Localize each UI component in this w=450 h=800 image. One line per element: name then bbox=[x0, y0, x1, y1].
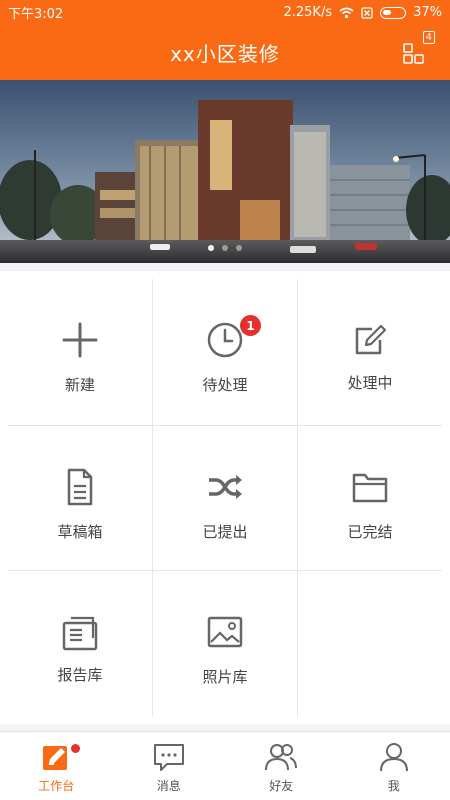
tab-friends[interactable]: 好友 bbox=[225, 732, 338, 800]
tile-submitted[interactable]: 已提出 bbox=[153, 426, 297, 572]
tile-label: 报告库 bbox=[57, 666, 103, 684]
battery-level: 37% bbox=[413, 5, 442, 20]
tile-pending[interactable]: 待处理 1 bbox=[153, 279, 297, 425]
tile-reports[interactable]: 报告库 bbox=[8, 571, 152, 717]
page-title: xx小区装修 bbox=[170, 42, 280, 66]
report-icon bbox=[62, 616, 98, 651]
status-bar: 下午3:02 2.25K/s 37% bbox=[0, 0, 450, 25]
tile-drafts[interactable]: 草稿箱 bbox=[8, 426, 152, 572]
tile-label: 处理中 bbox=[347, 374, 393, 392]
tab-label: 工作台 bbox=[38, 779, 75, 793]
person-icon bbox=[379, 743, 408, 772]
tab-label: 好友 bbox=[269, 779, 294, 793]
tile-label: 草稿箱 bbox=[57, 523, 103, 541]
wifi-icon bbox=[339, 7, 354, 18]
apps-grid-button[interactable]: 4 bbox=[402, 31, 435, 67]
battery-icon bbox=[380, 6, 407, 19]
tile-completed[interactable]: 已完结 bbox=[298, 426, 442, 572]
tab-label: 我 bbox=[387, 779, 400, 793]
workbench-icon bbox=[43, 746, 68, 770]
network-speed: 2.25K/s bbox=[283, 5, 333, 20]
carousel-dot[interactable] bbox=[236, 245, 242, 251]
tab-label: 消息 bbox=[156, 779, 181, 793]
status-right: 2.25K/s 37% bbox=[283, 5, 442, 20]
notification-dot bbox=[71, 744, 80, 753]
tile-photos[interactable]: 照片库 bbox=[153, 571, 297, 717]
message-icon bbox=[153, 744, 184, 771]
carousel-dot[interactable] bbox=[208, 245, 214, 251]
sim-icon bbox=[361, 6, 373, 19]
carousel-dot[interactable] bbox=[222, 245, 228, 251]
folder-icon bbox=[352, 473, 388, 503]
tab-workbench[interactable]: 工作台 bbox=[0, 732, 113, 800]
carousel-indicator[interactable] bbox=[0, 245, 450, 251]
friends-icon bbox=[265, 744, 298, 771]
image-icon bbox=[207, 616, 243, 648]
tile-label: 待处理 bbox=[202, 376, 248, 394]
function-grid: 新建 待处理 1 处理中 草稿箱 已提出 已完结 报告库 照片库 bbox=[0, 270, 450, 724]
apps-count-badge: 4 bbox=[422, 31, 435, 44]
tile-label: 已完结 bbox=[347, 523, 393, 541]
status-time: 下午3:02 bbox=[8, 7, 64, 22]
tile-new[interactable]: 新建 bbox=[8, 279, 152, 425]
edit-icon bbox=[355, 324, 387, 355]
bottom-tab-bar: 工作台 消息 好友 我 bbox=[0, 731, 450, 800]
tile-label: 新建 bbox=[64, 376, 95, 394]
shuffle-icon bbox=[209, 475, 242, 499]
tab-messages[interactable]: 消息 bbox=[113, 732, 226, 800]
tile-in-progress[interactable]: 处理中 bbox=[298, 279, 442, 425]
clock-icon bbox=[207, 322, 243, 358]
banner-image bbox=[0, 80, 450, 263]
tile-label: 已提出 bbox=[202, 523, 248, 541]
pending-count-badge: 1 bbox=[240, 315, 261, 336]
plus-icon bbox=[62, 322, 98, 358]
document-icon bbox=[67, 468, 93, 506]
tab-me[interactable]: 我 bbox=[338, 732, 450, 800]
banner-carousel[interactable] bbox=[0, 80, 450, 263]
app-header: xx小区装修 4 bbox=[0, 25, 450, 80]
tile-label: 照片库 bbox=[202, 668, 248, 686]
